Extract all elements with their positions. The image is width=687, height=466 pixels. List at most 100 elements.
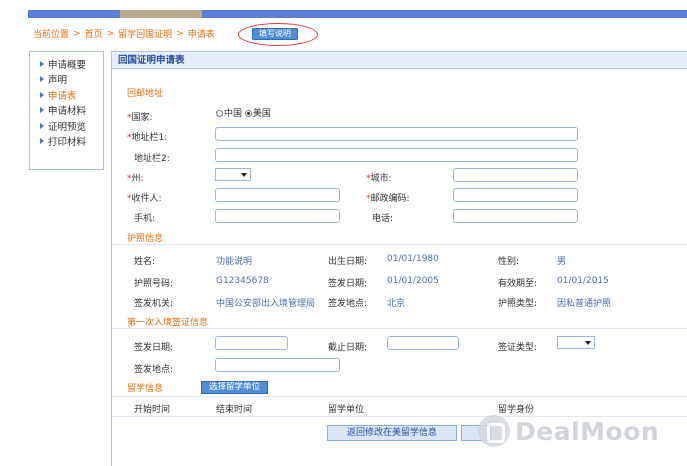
arrow-right-icon <box>40 107 44 114</box>
state-label-text: 州: <box>131 174 144 184</box>
radio-selected-icon[interactable] <box>244 110 252 117</box>
passport-issue-place-value: 北京 <box>387 299 406 309</box>
recipient-label: *收件人: <box>127 191 162 204</box>
zip-label: *邮政编码: <box>366 191 410 204</box>
visa-type-label: 签证类型: <box>498 343 538 353</box>
breadcrumb-separator: > <box>106 28 115 39</box>
address2-label: 地址栏2: <box>134 154 170 164</box>
city-label-text: 城市: <box>370 174 392 184</box>
sidebar-item-label: 打印材料 <box>48 137 87 149</box>
sidebar-item-declaration[interactable]: 声明 <box>30 72 103 88</box>
sidebar-item-label: 声明 <box>48 75 68 87</box>
radio-icon[interactable] <box>216 110 223 117</box>
visa-issue-date-input[interactable] <box>215 336 288 350</box>
dob-value: 01/01/1980 <box>387 254 439 264</box>
recipient-label-text: 收件人: <box>131 194 162 204</box>
passport-expiry-value: 01/01/2015 <box>557 276 609 286</box>
sidebar-item-print[interactable]: 打印材料 <box>30 134 103 150</box>
sidebar-nav: 申请概要 声明 申请表 申请材料 证明预览 打印材料 <box>29 51 104 170</box>
breadcrumb-separator: > <box>73 28 81 39</box>
country-option-label: 中国 <box>224 109 243 119</box>
mobile-input[interactable] <box>215 209 340 223</box>
zip-input[interactable] <box>453 188 578 202</box>
back-to-edit-button[interactable]: 返回修改在美留学信息 <box>327 425 457 441</box>
mobile-label: 手机: <box>134 214 156 224</box>
breadcrumb-application-form: 申请表 <box>187 30 215 40</box>
address1-input[interactable] <box>215 127 578 141</box>
column-header-end-time: 结束时间 <box>216 405 253 415</box>
section-divider <box>112 396 687 397</box>
chevron-down-icon <box>241 173 247 177</box>
fill-instructions-button[interactable]: 填写说明 <box>252 28 298 40</box>
chevron-down-icon <box>585 341 591 345</box>
zip-label-text: 邮政编码: <box>370 194 410 204</box>
breadcrumb-home-link[interactable]: 首页 <box>85 27 103 40</box>
breadcrumb-separator: > <box>176 28 184 39</box>
passport-type-value: 因私普通护照 <box>557 299 612 309</box>
phone-input[interactable] <box>453 209 578 223</box>
visa-issue-place-input[interactable] <box>215 358 340 372</box>
city-label: *城市: <box>366 171 392 184</box>
column-header-start-time: 开始时间 <box>134 405 171 415</box>
recipient-input[interactable] <box>215 188 340 202</box>
passport-issue-place-label: 签发地点: <box>328 299 368 309</box>
arrow-right-icon <box>40 76 44 83</box>
address1-label: *地址栏1: <box>127 130 167 143</box>
name-label: 姓名: <box>134 257 156 267</box>
watermark-text: DealMoon <box>515 416 660 446</box>
city-input[interactable] <box>453 168 578 182</box>
issuing-authority-label: 签发机关: <box>134 299 174 309</box>
arrow-right-icon <box>40 138 44 145</box>
sidebar-item-application-form[interactable]: 申请表 <box>30 87 103 103</box>
name-value: 功能说明 <box>216 257 253 267</box>
breadcrumb: 当前位置 > 首页 > 留学回国证明 > 申请表 <box>33 27 215 41</box>
visa-end-date-label: 截止日期: <box>328 343 368 353</box>
sidebar-item-label: 证明预览 <box>48 121 87 133</box>
country-option-label: 美国 <box>252 109 271 119</box>
address2-input[interactable] <box>215 148 578 162</box>
top-banner <box>28 10 687 18</box>
section-divider <box>112 244 687 245</box>
sidebar-item-label: 申请表 <box>48 90 77 102</box>
arrow-right-icon <box>40 60 44 67</box>
visa-type-select[interactable] <box>557 336 595 349</box>
section-mailing-address: 回邮地址 <box>127 89 164 99</box>
dob-label: 出生日期: <box>328 257 368 267</box>
country-label-text: 国家: <box>131 113 153 123</box>
section-study-info: 留学信息 <box>127 384 164 394</box>
select-study-unit-button[interactable]: 选择留学单位 <box>201 381 269 394</box>
breadcrumb-current-label: 当前位置 <box>33 30 70 40</box>
visa-end-date-input[interactable] <box>387 336 459 350</box>
sidebar-item-materials[interactable]: 申请材料 <box>30 103 103 119</box>
sidebar-item-preview[interactable]: 证明预览 <box>30 118 103 134</box>
dealmoon-logo-icon <box>478 415 510 447</box>
arrow-right-icon <box>40 91 44 98</box>
passport-issue-date-label: 签发日期: <box>328 279 368 289</box>
sidebar-item-overview[interactable]: 申请概要 <box>30 56 103 72</box>
country-option-usa[interactable]: 美国 <box>244 109 271 119</box>
breadcrumb-certificate-link[interactable]: 留学回国证明 <box>118 27 172 40</box>
section-passport: 护照信息 <box>127 234 164 244</box>
issuing-authority-value: 中国公安部出入境管理局 <box>216 299 316 309</box>
gender-label: 性别: <box>498 257 520 267</box>
address1-label-text: 地址栏1: <box>131 133 168 143</box>
passport-number-label: 护照号码: <box>134 279 174 289</box>
sidebar-item-label: 申请材料 <box>48 106 87 118</box>
passport-issue-date-value: 01/01/2005 <box>387 276 439 286</box>
top-banner-segment <box>120 10 202 18</box>
dealmoon-watermark: DealMoon <box>478 414 659 448</box>
gender-value: 男 <box>557 257 567 267</box>
visa-issue-place-label: 签发地点: <box>134 365 174 375</box>
phone-label: 电话: <box>372 214 394 224</box>
section-first-entry-visa: 第一次入境签证信息 <box>127 318 209 328</box>
passport-expiry-label: 有效期至: <box>498 279 538 289</box>
arrow-right-icon <box>40 122 44 129</box>
visa-issue-date-label: 签发日期: <box>134 343 174 353</box>
section-divider <box>112 328 687 329</box>
sidebar-item-label: 申请概要 <box>48 59 87 71</box>
country-radio-group: 中国 美国 <box>216 106 271 119</box>
column-header-study-unit: 留学单位 <box>328 405 365 415</box>
country-option-china[interactable]: 中国 <box>216 109 242 119</box>
panel-title: 回国证明申请表 <box>112 52 687 69</box>
state-select[interactable] <box>215 168 251 181</box>
